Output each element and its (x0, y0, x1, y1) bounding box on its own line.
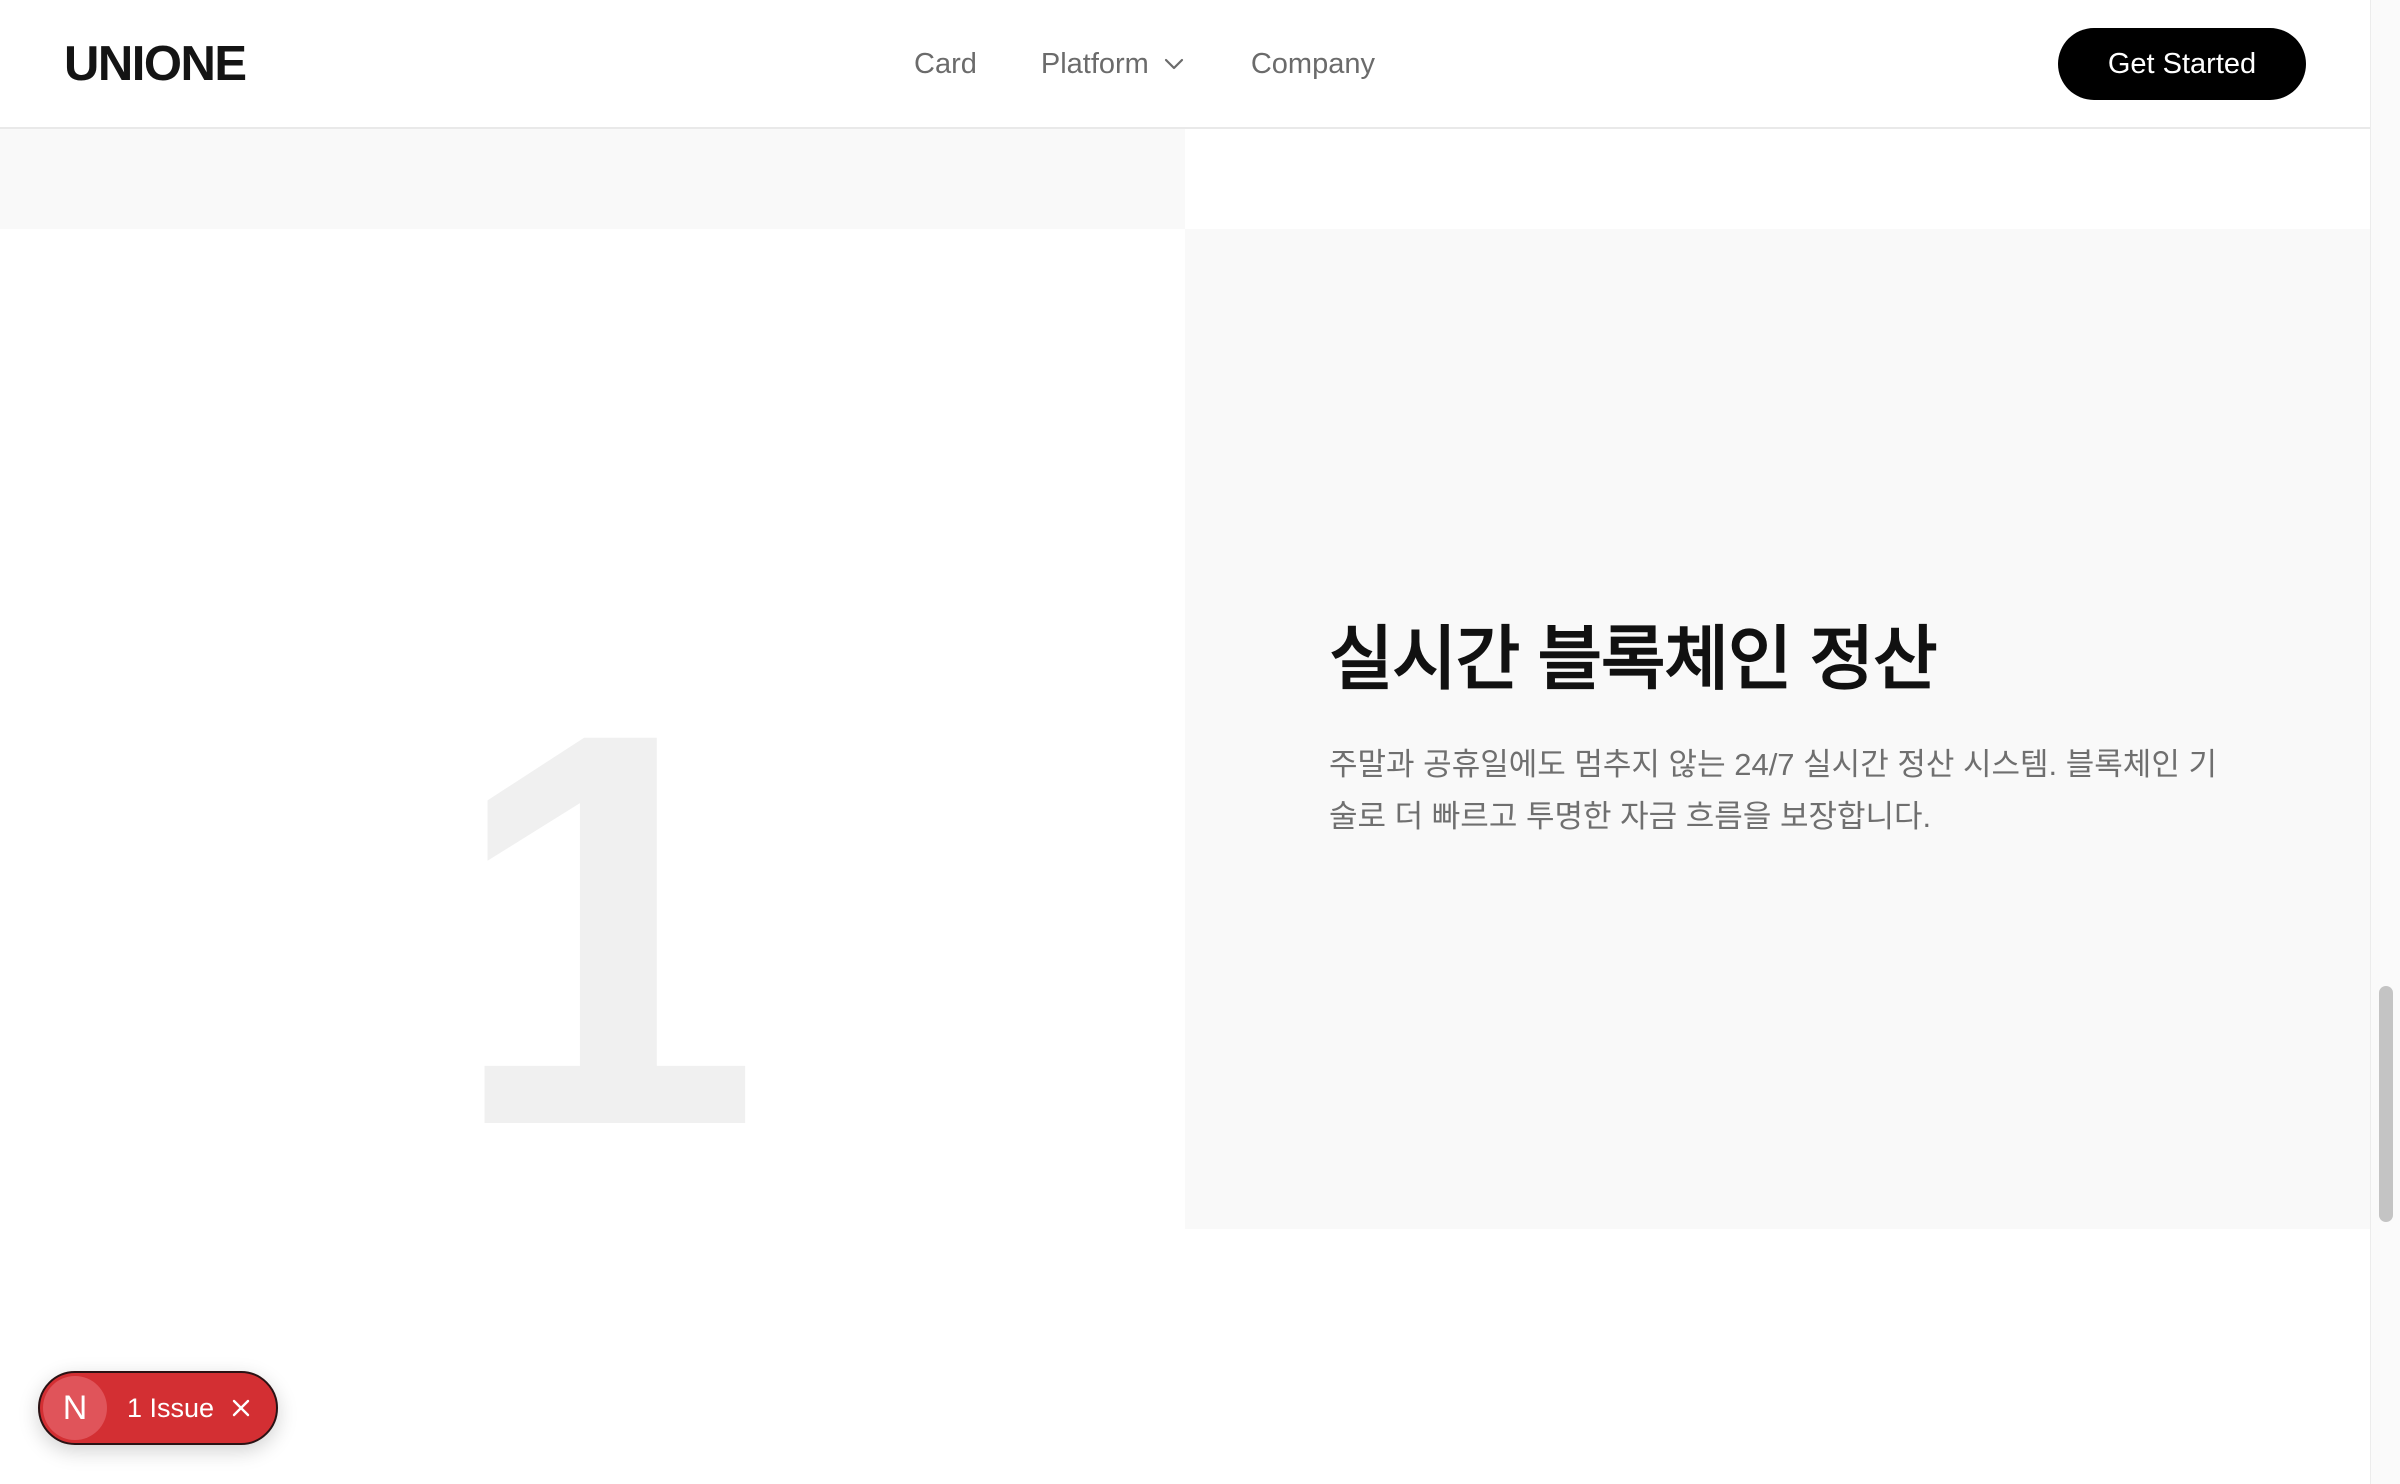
issue-avatar: N (43, 1376, 107, 1440)
chevron-down-icon (1164, 58, 1183, 70)
scrollbar-thumb[interactable] (2379, 986, 2393, 1222)
get-started-button[interactable]: Get Started (2058, 28, 2306, 100)
feature-content-panel: 실시간 블록체인 정산 주말과 공휴일에도 멈추지 않는 24/7 실시간 정산… (1185, 229, 2370, 1229)
page: UNIONE Card Platform Company Get Started… (0, 0, 2400, 1484)
nav-platform-dropdown[interactable]: Platform (1041, 44, 1185, 84)
nav-platform-label: Platform (1040, 48, 1149, 80)
close-icon[interactable] (230, 1397, 252, 1419)
issue-badge[interactable]: N 1 Issue (38, 1371, 278, 1445)
logo[interactable]: UNIONE (64, 36, 247, 92)
scrollbar-track[interactable] (2370, 0, 2400, 1484)
issue-count-label: 1 Issue (127, 1392, 215, 1423)
feature-number: 1 (449, 616, 760, 1242)
nav-company-link[interactable]: Company (1251, 44, 1375, 84)
feature-description: 주말과 공휴일에도 멈추지 않는 24/7 실시간 정산 시스템. 블록체인 기… (1329, 747, 2217, 834)
previous-section-right (1185, 129, 2370, 229)
main-nav: Card Platform Company (914, 44, 1375, 84)
previous-section-left (0, 129, 1185, 229)
feature-title: 실시간 블록체인 정산 (1329, 620, 1937, 698)
site-header: UNIONE Card Platform Company Get Started (0, 0, 2370, 129)
nav-card-link[interactable]: Card (914, 44, 977, 84)
feature-number-panel: 1 (0, 229, 1185, 1229)
